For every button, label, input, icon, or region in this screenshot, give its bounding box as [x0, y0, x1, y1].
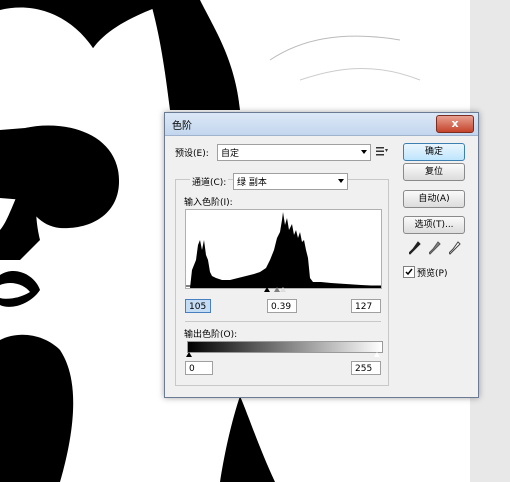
- channel-value: 绿 副本: [237, 178, 267, 188]
- preview-label: 预览(P): [417, 269, 448, 279]
- output-gradient: [187, 341, 383, 353]
- output-levels-label: 输出色阶(O):: [184, 330, 238, 340]
- preset-menu-icon[interactable]: [376, 146, 388, 156]
- input-black-field[interactable]: 105: [185, 299, 211, 313]
- preview-checkbox[interactable]: [403, 266, 415, 278]
- output-white-slider[interactable]: [374, 352, 380, 357]
- histogram: [185, 209, 382, 289]
- histogram-graph: [186, 212, 381, 288]
- checkmark-icon: [405, 268, 413, 276]
- chevron-down-icon: [361, 150, 367, 154]
- preset-value: 自定: [221, 149, 240, 159]
- output-white-field[interactable]: 255: [351, 361, 381, 375]
- options-button[interactable]: 选项(T)...: [403, 216, 465, 234]
- preset-select[interactable]: 自定: [217, 144, 371, 161]
- preset-label: 预设(E):: [175, 149, 209, 159]
- input-white-slider[interactable]: [280, 287, 286, 292]
- input-white-field[interactable]: 127: [351, 299, 381, 313]
- output-black-field[interactable]: 0: [185, 361, 213, 375]
- gray-eyedropper-icon[interactable]: [429, 241, 441, 255]
- close-icon: x: [451, 117, 459, 130]
- white-eyedropper-icon[interactable]: [449, 241, 461, 255]
- levels-dialog: 色阶 x 预设(E): 自定 通道(C): 绿 副本 输入色阶(I): 105 …: [164, 112, 479, 398]
- dialog-title: 色阶: [172, 121, 192, 132]
- channel-select[interactable]: 绿 副本: [233, 173, 348, 190]
- black-eyedropper-icon[interactable]: [409, 241, 421, 255]
- title-bar[interactable]: 色阶 x: [165, 113, 478, 136]
- divider: [185, 321, 381, 322]
- input-gamma-field[interactable]: 0.39: [267, 299, 297, 313]
- chevron-down-icon: [338, 179, 344, 183]
- reset-button[interactable]: 复位: [403, 163, 465, 181]
- ok-button[interactable]: 确定: [403, 143, 465, 161]
- output-black-slider[interactable]: [186, 352, 192, 357]
- auto-button[interactable]: 自动(A): [403, 190, 465, 208]
- close-button[interactable]: x: [436, 115, 474, 133]
- input-levels-label: 输入色阶(I):: [184, 198, 233, 208]
- input-black-slider[interactable]: [264, 287, 270, 292]
- channel-label: 通道(C):: [190, 175, 229, 188]
